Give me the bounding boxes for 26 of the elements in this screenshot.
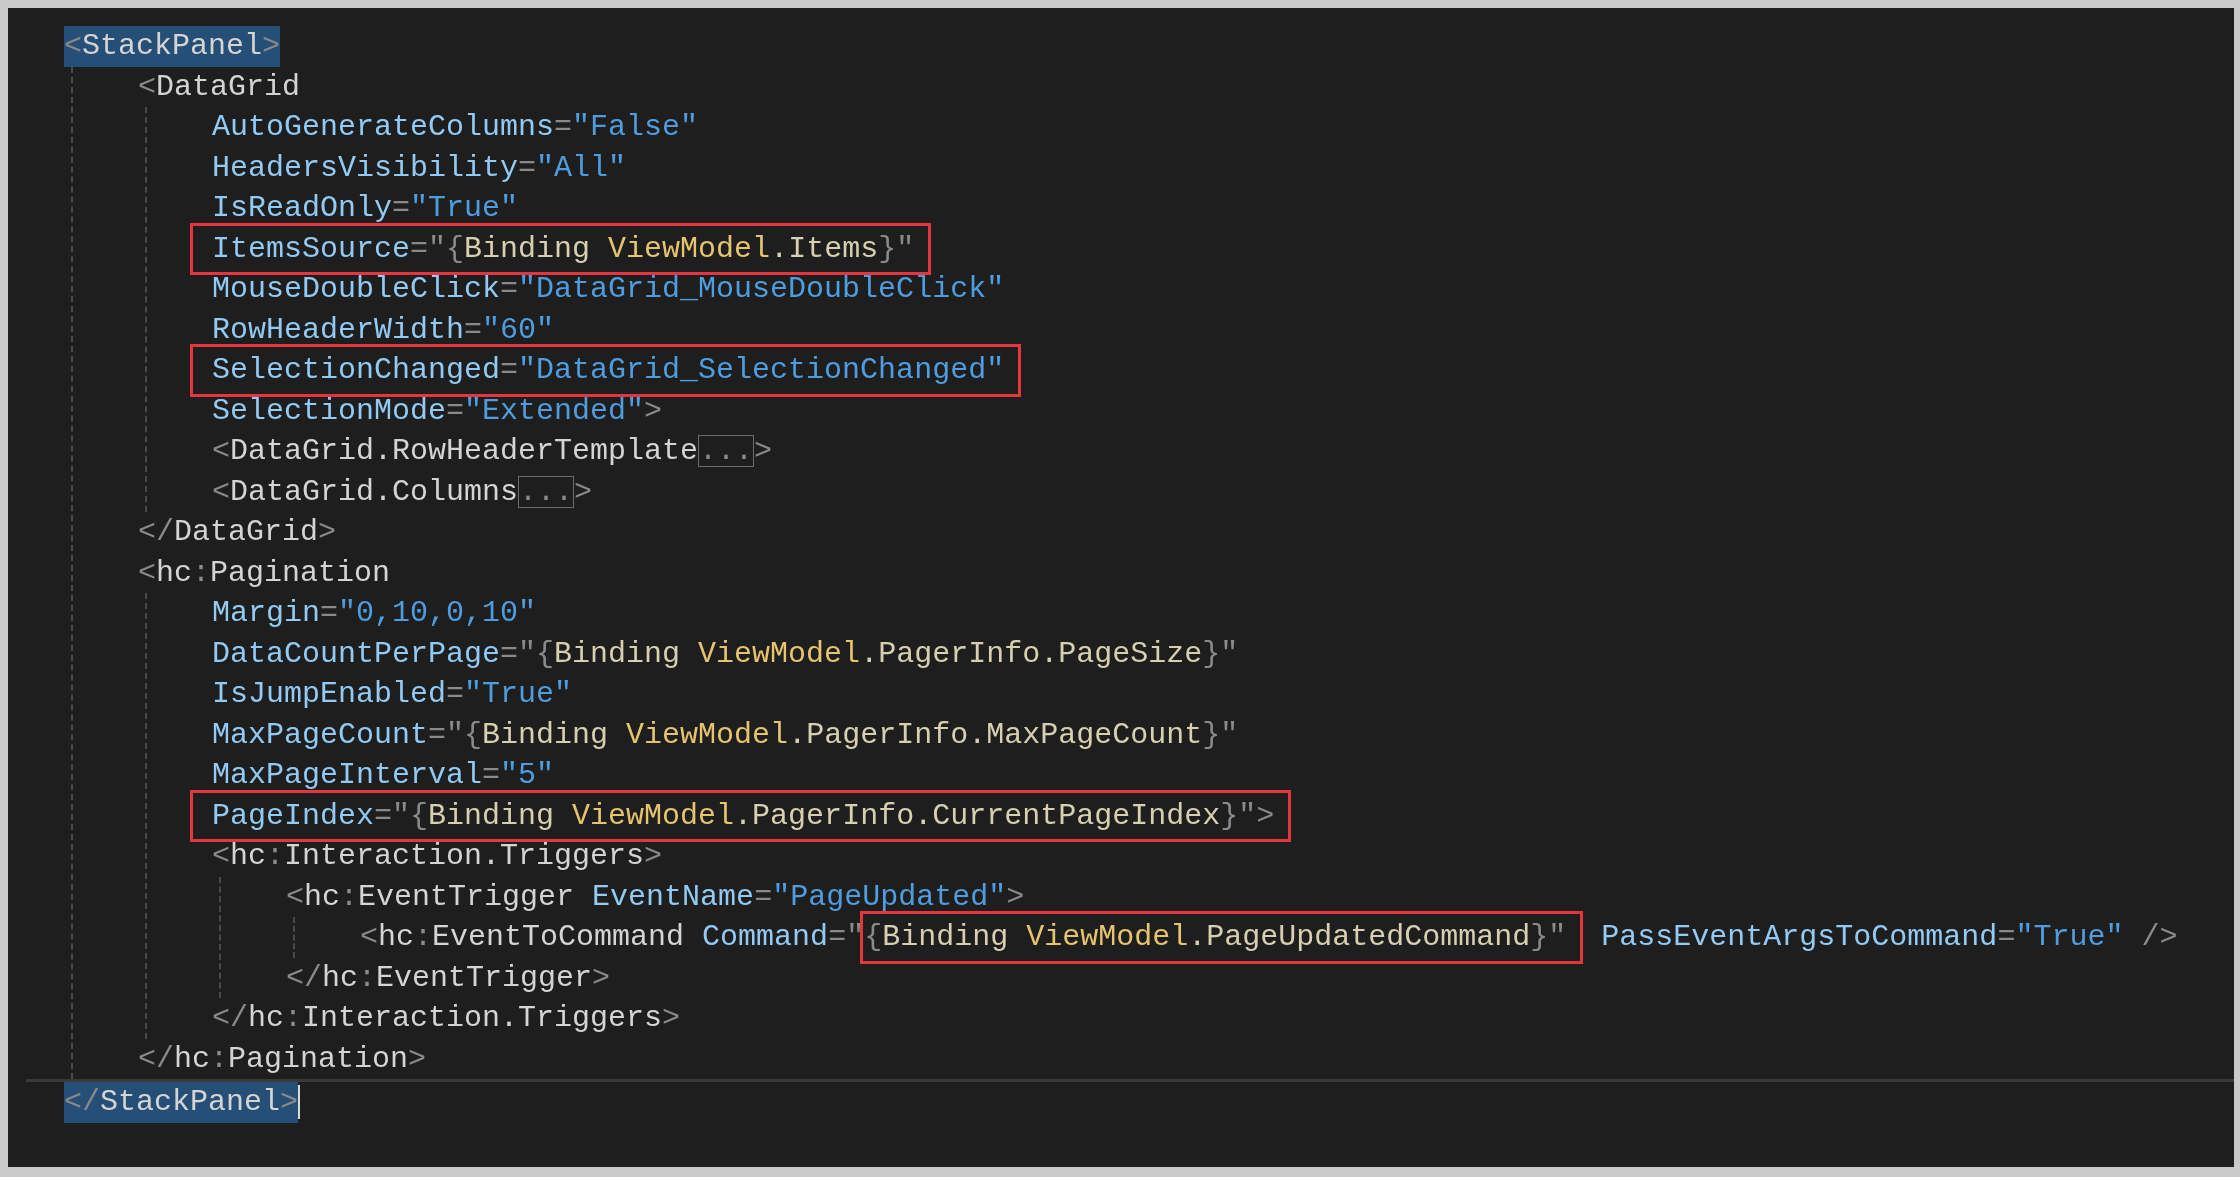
- code-text: <DataGrid.Columns: [212, 473, 519, 511]
- code-text: </hc:EventTrigger>: [286, 959, 611, 997]
- highlight-box: {Binding ViewModel.PageUpdatedCommand}": [860, 911, 1584, 964]
- collapsed-block-button[interactable]: ...: [518, 475, 575, 508]
- code-text: <DataGrid: [138, 68, 301, 106]
- code-text: Margin="0,10,0,10": [212, 595, 537, 632]
- code-text: DataCountPerPage="{Binding ViewModel.PagerInfo.PageSize}": [212, 635, 1239, 673]
- code-text: <hc:Pagination: [138, 554, 391, 592]
- code-text: IsJumpEnabled="True": [212, 676, 573, 713]
- code-text: AutoGenerateColumns="False": [212, 109, 699, 146]
- code-text: MaxPageCount="{Binding ViewModel.PagerInfo.MaxPageCount}": [212, 716, 1239, 754]
- code-text: >: [754, 433, 773, 470]
- code-text: </DataGrid>: [138, 514, 337, 551]
- code-text: <DataGrid.RowHeaderTemplate: [212, 433, 699, 470]
- matched-tag: </StackPanel>: [64, 1082, 299, 1123]
- highlight-box: ItemsSource="{Binding ViewModel.Items}": [190, 222, 932, 275]
- highlight-box: PageIndex="{Binding ViewModel.PagerInfo.CurrentPageIndex}">: [190, 789, 1292, 842]
- collapsed-block-button[interactable]: ...: [698, 435, 755, 468]
- code-text: PassEventArgsToCommand="True" />: [1600, 919, 2178, 956]
- code-text: </hc:Pagination>: [138, 1040, 427, 1078]
- matched-tag: <StackPanel>: [64, 26, 281, 67]
- code-text: >: [574, 473, 593, 511]
- highlight-box: SelectionChanged="DataGrid_SelectionChanged": [190, 344, 1022, 397]
- code-text: HeadersVisibility="All": [212, 149, 627, 187]
- text-cursor: [298, 1085, 301, 1120]
- code-text: </hc:Interaction.Triggers>: [212, 1000, 681, 1037]
